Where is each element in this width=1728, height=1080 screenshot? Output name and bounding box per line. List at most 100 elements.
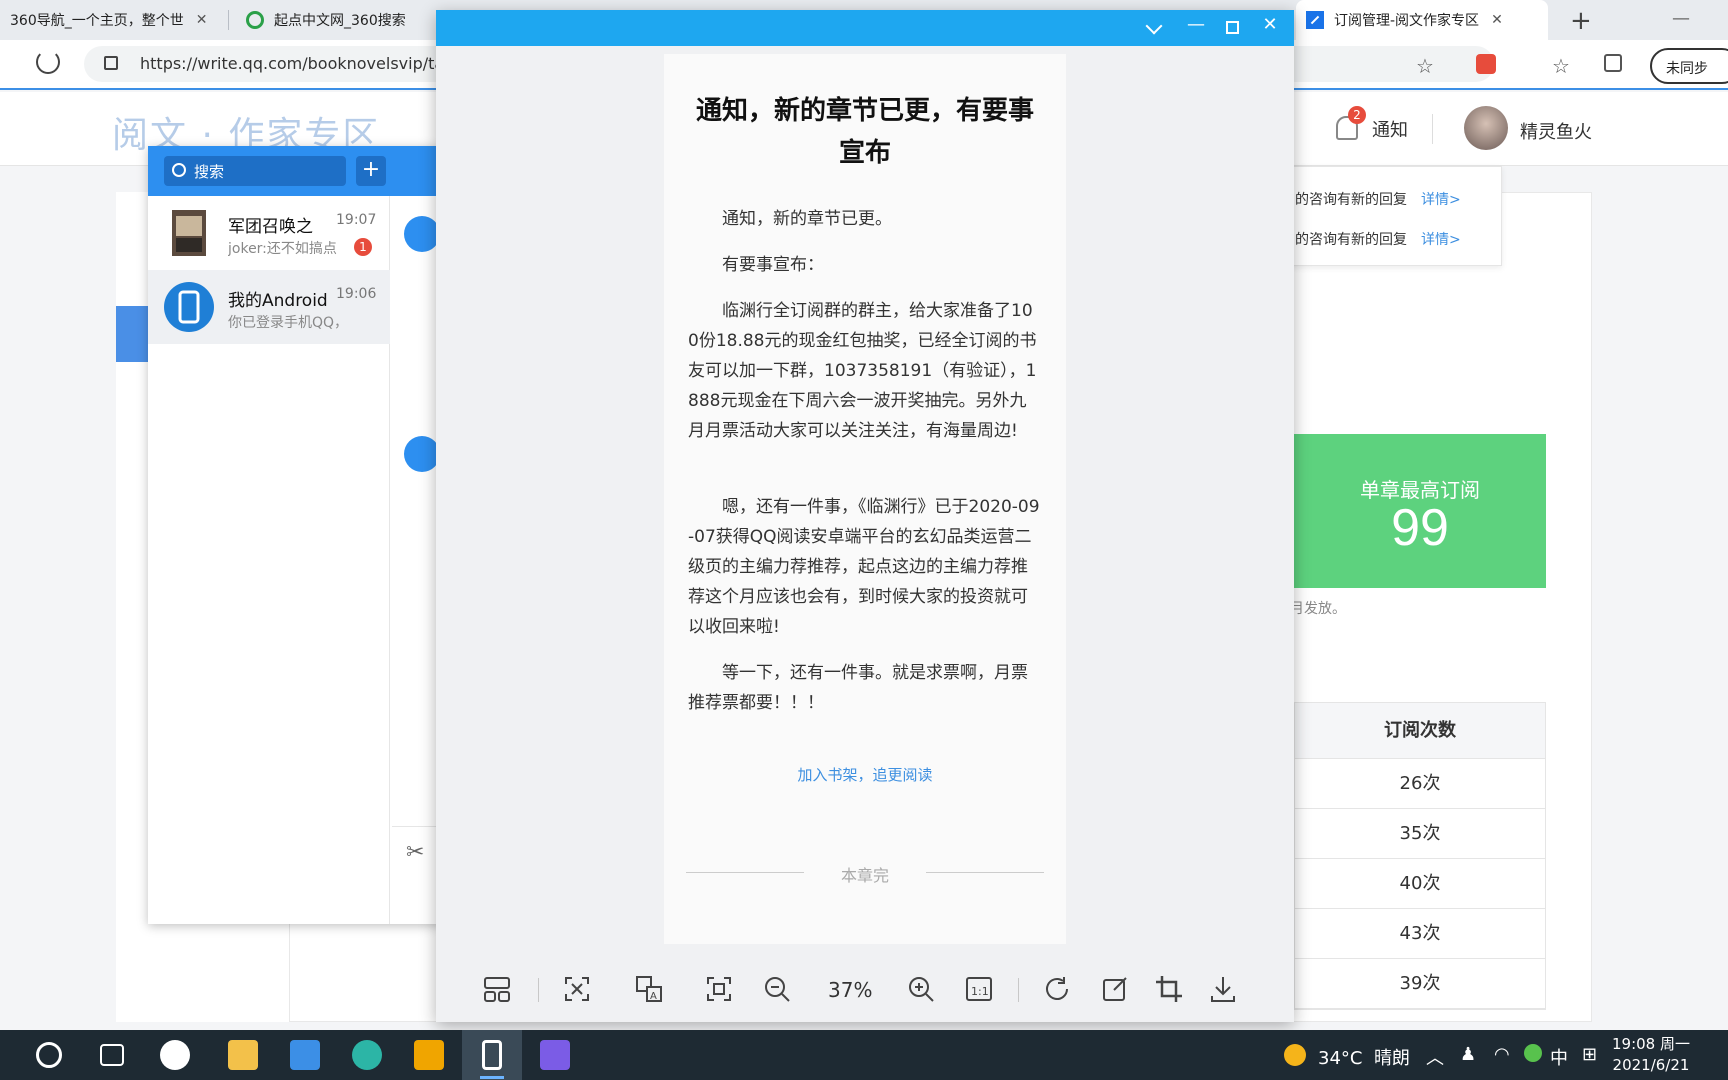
sync-button[interactable]: 未同步 <box>1650 48 1728 84</box>
system-clock[interactable]: 19:08 周一 2021/6/21 <box>1612 1034 1690 1076</box>
notification-text: 的咨询有新的回复 <box>1295 192 1407 208</box>
chat-time: 19:06 <box>336 286 377 302</box>
task-view-icon[interactable] <box>100 1044 124 1066</box>
fit-screen-icon[interactable] <box>704 974 734 1004</box>
clock-time: 19:08 周一 <box>1612 1035 1690 1053</box>
url-text[interactable]: https://write.qq.com/booknovelsvip/ta <box>140 54 444 73</box>
favorites-icon[interactable]: ☆ <box>1552 54 1574 78</box>
details-link[interactable]: 详情> <box>1421 232 1461 248</box>
zoom-out-icon[interactable] <box>762 974 792 1004</box>
qq-conversation-list: 军团召唤之 19:07 joker:还不如搞点 1 我的Android 19:0… <box>148 196 390 924</box>
tab-title: 360导航_一个主页，整个世 <box>10 13 184 29</box>
chat-preview: joker:还不如搞点 <box>228 241 337 257</box>
actual-size-icon[interactable]: 1:1 <box>964 974 994 1004</box>
search-circle-icon[interactable] <box>36 1042 62 1068</box>
notice-badge: 2 <box>1348 106 1366 124</box>
article-paragraph: 有要事宣布： <box>722 255 824 275</box>
chapter-image: 通知，新的章节已更，有要事宣布 通知，新的章节已更。 有要事宣布： 临渊行全订阅… <box>664 54 1066 944</box>
tab-qidian-search[interactable]: 起点中文网_360搜索 <box>236 0 436 40</box>
lock-icon[interactable] <box>104 56 118 70</box>
search-icon <box>172 163 186 177</box>
close-icon[interactable]: ✕ <box>1258 14 1282 35</box>
wifi-icon[interactable]: ◠ <box>1494 1044 1510 1065</box>
table-cell: 43次 <box>1295 909 1545 959</box>
search-favicon-icon <box>246 11 264 29</box>
notification-dropdown: 的咨询有新的回复 详情> 的咨询有新的回复 详情> <box>1290 166 1502 266</box>
table-cell: 40次 <box>1295 859 1545 909</box>
phone-icon[interactable] <box>482 1040 502 1070</box>
screen-capture-icon[interactable] <box>540 1040 570 1070</box>
rotate-icon[interactable] <box>1042 974 1072 1004</box>
weather-desc: 晴朗 <box>1373 1048 1410 1069</box>
media-player-icon[interactable] <box>414 1040 444 1070</box>
stat-value: 99 <box>1391 499 1449 557</box>
phone-icon <box>404 436 440 472</box>
group-avatar-icon <box>172 210 206 256</box>
max-subscription-card: 单章最高订阅 99 <box>1294 434 1546 588</box>
chat-name: 军团召唤之 <box>228 217 313 237</box>
tab-title: 起点中文网_360搜索 <box>274 13 406 29</box>
ime-indicator[interactable]: 中 <box>1550 1044 1568 1070</box>
phone-icon <box>404 216 440 252</box>
list-item[interactable]: 我的Android 19:06 你已登录手机QQ，可 <box>148 270 390 344</box>
details-link[interactable]: 详情> <box>1421 192 1461 208</box>
chevron-down-icon[interactable] <box>1145 17 1163 35</box>
notice-link[interactable]: 通知 <box>1372 116 1408 142</box>
clock-date: 2021/6/21 <box>1612 1056 1690 1074</box>
svg-text:A: A <box>650 991 657 1002</box>
list-item[interactable]: 军团召唤之 19:07 joker:还不如搞点 1 <box>148 196 390 270</box>
text-extract-icon[interactable] <box>562 974 592 1004</box>
security-icon[interactable] <box>1524 1044 1542 1062</box>
extension-icon[interactable] <box>1476 54 1496 74</box>
add-button[interactable]: + <box>356 156 386 186</box>
keyboard-icon[interactable]: ⊞ <box>1582 1044 1597 1065</box>
tab-title: 订阅管理-阅文作家专区 <box>1334 13 1480 29</box>
chat-name: 我的Android <box>228 291 328 311</box>
username[interactable]: 精灵鱼火 <box>1520 118 1592 144</box>
weather-temp: 34°C <box>1318 1048 1363 1069</box>
add-bookshelf-link[interactable]: 加入书架，追更阅读 <box>664 764 1066 785</box>
tab-divider <box>228 10 229 30</box>
column-header-subscriptions: 订阅次数 <box>1295 703 1545 759</box>
app-swirl-icon[interactable] <box>160 1040 190 1070</box>
close-icon[interactable]: ✕ <box>196 12 208 28</box>
avatar[interactable] <box>1464 106 1508 150</box>
article-paragraph: 嗯，还有一件事，《临渊行》已于2020-09-07获得QQ阅读安卓端平台的玄幻品… <box>688 497 1040 637</box>
qq-toolbar: 搜索 + <box>148 146 444 196</box>
reload-icon[interactable] <box>36 50 60 74</box>
maximize-icon[interactable] <box>1226 21 1239 34</box>
file-explorer-icon[interactable] <box>228 1040 258 1070</box>
new-tab-icon[interactable]: + <box>1570 6 1592 36</box>
article-paragraph: 等一下，还有一件事。就是求票啊，月票推荐票都要！！！ <box>688 663 1028 713</box>
tab-subscription-manage[interactable]: 订阅管理-阅文作家专区 ✕ <box>1296 0 1548 40</box>
close-icon[interactable]: ✕ <box>1491 12 1503 28</box>
edge-icon[interactable] <box>352 1040 382 1070</box>
toolbar-divider <box>1018 978 1019 1002</box>
thumbnails-icon[interactable] <box>482 974 512 1004</box>
translate-icon[interactable]: A <box>634 974 664 1004</box>
scissors-icon[interactable]: ✂ <box>406 840 424 865</box>
minimize-icon[interactable]: — <box>1184 14 1208 35</box>
minimize-icon[interactable]: — <box>1672 8 1690 29</box>
phone-icon <box>164 282 214 332</box>
tab-360-nav[interactable]: 360导航_一个主页，整个世 ✕ <box>0 0 220 40</box>
zoom-level: 37% <box>828 978 873 1002</box>
crop-icon[interactable] <box>1154 974 1184 1004</box>
article-title: 通知，新的章节已更，有要事宣布 <box>695 96 1034 168</box>
qq-search-input[interactable]: 搜索 <box>164 156 346 186</box>
edit-icon[interactable] <box>1100 974 1130 1004</box>
people-icon[interactable]: ♟ <box>1460 1044 1476 1065</box>
collections-icon[interactable] <box>1604 54 1622 72</box>
page-note: 月发放。 <box>1290 601 1346 617</box>
mail-icon[interactable] <box>290 1040 320 1070</box>
star-add-icon[interactable]: ☆ <box>1416 54 1438 78</box>
weather-widget[interactable]: 34°C 晴朗 <box>1318 1044 1410 1070</box>
subscription-table: 订阅次数 26次 35次 40次 43次 39次 <box>1294 702 1546 1010</box>
download-icon[interactable] <box>1208 974 1238 1004</box>
chapter-end-label: 本章完 <box>840 866 889 885</box>
sun-icon[interactable] <box>1284 1044 1306 1066</box>
zoom-in-icon[interactable] <box>906 974 936 1004</box>
header-divider <box>1432 114 1433 144</box>
svg-text:1:1: 1:1 <box>971 985 989 998</box>
chevron-up-icon[interactable]: ︿ <box>1426 1044 1444 1070</box>
